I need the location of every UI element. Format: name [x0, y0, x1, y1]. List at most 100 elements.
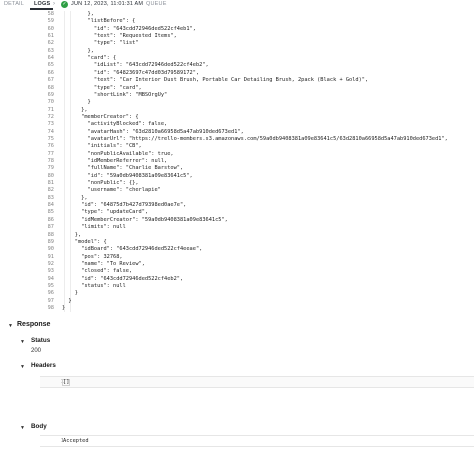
line-number: 71 [47, 106, 54, 113]
line-number: 79 [47, 165, 54, 172]
code-line: 89 "model": { [0, 239, 474, 246]
code-line: 63 }, [0, 48, 474, 55]
line-number: 77 [47, 150, 54, 157]
code-text: "closed": false, [62, 268, 133, 275]
code-line: 77 "nonPublicAvailable": true, [0, 151, 474, 158]
code-text: "fullName": "Charlie Barstow", [62, 165, 184, 172]
code-line: 65 "idList": "643cdd72946ded522cf4eb2", [0, 62, 474, 69]
code-line: 94 "id": "643cdd72946ded522cf4eb2", [0, 276, 474, 283]
headers-editor[interactable]: 1 [] [40, 376, 474, 388]
code-text: "name": "To Review", [62, 260, 145, 267]
code-text: "idList": "643cdd72946ded522cf4eb2", [62, 62, 209, 69]
code-text: } [62, 305, 66, 311]
code-line: 74 "avatarHash": "63d2810a66958d5a47ab91… [0, 129, 474, 136]
chevron-down-icon[interactable]: ▼ [20, 425, 25, 431]
headers-label[interactable]: Headers [31, 362, 56, 369]
code-text: "status": null [62, 282, 126, 289]
code-line: 78 "idMemberReferrer": null, [0, 158, 474, 165]
chevron-down-icon[interactable]: ▼ [8, 323, 13, 329]
code-text: "memberCreator": { [62, 113, 139, 120]
code-line: 73 "activityBlocked": false, [0, 121, 474, 128]
code-line: 86 "idMemberCreator": "59a0db9408381a09e… [0, 217, 474, 224]
code-line: 98} [0, 305, 474, 312]
code-text: "limits": null [62, 224, 126, 231]
code-text: "model": { [62, 238, 107, 245]
line-number: 78 [47, 158, 54, 164]
code-line: 93 "closed": false, [0, 268, 474, 275]
code-line: 62 "type": "list" [0, 40, 474, 47]
line-number: 70 [47, 99, 54, 106]
code-line: 66 "id": "64823697c47dd03d79589172", [0, 70, 474, 77]
line-number: 80 [47, 172, 54, 179]
line-number: 87 [47, 224, 54, 231]
code-line: 90 "idBoard": "643cdd72946ded522cf4eeae"… [0, 246, 474, 253]
code-line: 68 "type": "card", [0, 85, 474, 92]
line-number: 83 [47, 194, 54, 201]
code-text: "id": "643cdd72946ded522cf4eb2", [62, 275, 184, 282]
code-line: 80 "id": "59a0db9408381a09e83641c5", [0, 173, 474, 180]
code-line: 84 "id": "64875d7b427d79398ed0ae7e", [0, 202, 474, 209]
line-number: 63 [47, 47, 54, 54]
line-number: 65 [47, 62, 54, 69]
line-number: 61 [47, 33, 54, 40]
chevron-down-icon[interactable]: ▼ [20, 339, 25, 345]
code-text: } [62, 297, 72, 304]
code-text: "pos": 32768, [62, 253, 123, 260]
code-text: "activityBlocked": false, [62, 121, 168, 128]
code-text: "shortLink": "MBSOrgUy" [62, 91, 168, 98]
code-text: }, [62, 194, 88, 201]
line-number: 88 [47, 231, 54, 238]
line-number: 89 [47, 238, 54, 245]
line-number: 74 [47, 128, 54, 135]
code-text: "avatarHash": "63d2810a66958d5a47ab910de… [62, 128, 244, 135]
line-number: 73 [47, 121, 54, 128]
code-text: }, [62, 231, 82, 238]
line-number: 93 [47, 268, 54, 275]
status-label[interactable]: Status [31, 337, 50, 344]
tab-log-timestamp[interactable]: JUN 12, 2023, 11:01:31 AM [71, 0, 143, 9]
line-number: 64 [47, 55, 54, 62]
tab-detail[interactable]: DETAIL [4, 0, 24, 9]
code-text: "id": "643cdd72946ded522cf4eb1", [62, 25, 196, 32]
code-line: 97 } [0, 298, 474, 305]
code-line: 85 "type": "updateCard", [0, 209, 474, 216]
tab-queue[interactable]: QUEUE [146, 0, 167, 9]
line-number: 67 [47, 77, 54, 84]
chevron-right-icon: › [136, 1, 138, 7]
body-value: Accepted [63, 438, 89, 444]
code-line: 59 "listBefore": { [0, 18, 474, 25]
line-number: 81 [47, 180, 54, 187]
code-text: "type": "updateCard", [62, 209, 149, 216]
line-number: 72 [47, 113, 54, 120]
line-number: 90 [47, 246, 54, 253]
code-line: 69 "shortLink": "MBSOrgUy" [0, 92, 474, 99]
line-number: 69 [47, 91, 54, 98]
code-line: 72 "memberCreator": { [0, 114, 474, 121]
code-text: "idBoard": "643cdd72946ded522cf4eeae", [62, 246, 203, 253]
response-heading[interactable]: Response [17, 321, 50, 328]
code-text: }, [62, 47, 94, 54]
line-number: 95 [47, 282, 54, 289]
headers-value: [] [63, 379, 70, 385]
code-text: "nonPublicAvailable": true, [62, 150, 174, 157]
code-text: "initials": "CB", [62, 143, 142, 150]
line-number: 60 [47, 25, 54, 32]
line-number: 92 [47, 260, 54, 267]
code-text: "nonPublic": {}, [62, 180, 139, 187]
line-number: 98 [47, 305, 54, 311]
code-line: 71 }, [0, 107, 474, 114]
code-text: "type": "list" [62, 40, 139, 47]
code-line: 76 "initials": "CB", [0, 143, 474, 150]
chevron-down-icon[interactable]: ▼ [20, 364, 25, 370]
body-label[interactable]: Body [31, 423, 47, 430]
code-text: }, [62, 11, 94, 17]
line-number: 62 [47, 40, 54, 47]
line-number: 58 [47, 11, 54, 17]
line-number: 96 [47, 290, 54, 297]
code-text: "idMemberCreator": "59a0db9408381a09e836… [62, 216, 228, 223]
body-editor[interactable]: 1 Accepted [40, 435, 474, 447]
line-number: 76 [47, 143, 54, 150]
code-line: 87 "limits": null [0, 224, 474, 231]
success-check-icon: ✓ [61, 1, 68, 8]
code-text: "text": "Car Interior Dust Brush, Portab… [62, 77, 369, 84]
